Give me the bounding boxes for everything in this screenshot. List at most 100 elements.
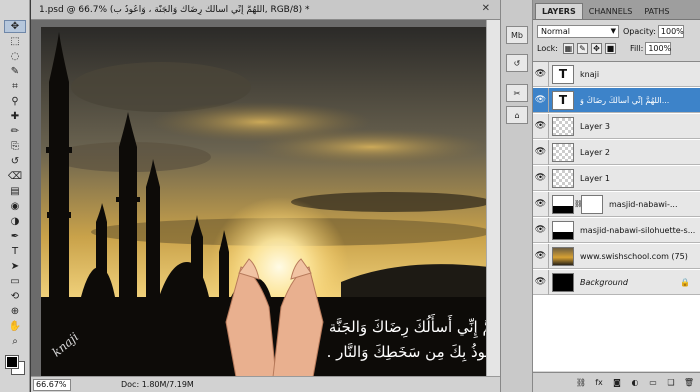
opacity-label: Opacity: (623, 26, 656, 36)
layer-name: Layer 2 (580, 147, 610, 157)
type-layer-thumb: T (552, 64, 574, 84)
foreground-color-swatch[interactable] (5, 355, 19, 369)
eye-icon[interactable]: 👁 (533, 217, 549, 243)
layer-row[interactable]: 👁 T knaji (533, 62, 700, 87)
layer-name: Layer 3 (580, 121, 610, 131)
layer-thumb (552, 116, 574, 136)
link-icon[interactable]: ⛓ (574, 200, 583, 208)
zoom-field[interactable]: 66.67% (33, 378, 71, 391)
lock-all-icon[interactable]: ■ (604, 42, 616, 54)
add-mask-icon[interactable]: ◙ (610, 377, 624, 389)
path-select-tool[interactable]: ➤ (4, 260, 26, 273)
vertical-scrollbar[interactable] (486, 20, 500, 376)
eye-icon[interactable]: 👁 (533, 165, 549, 191)
layer-name: Background (580, 277, 628, 287)
new-group-icon[interactable]: ▭ (646, 377, 660, 389)
fill-field[interactable]: 100% (645, 41, 672, 55)
blur-tool[interactable]: ◉ (4, 200, 26, 213)
gradient-tool[interactable]: ▤ (4, 185, 26, 198)
new-layer-icon[interactable]: ❑ (664, 377, 678, 389)
layer-row[interactable]: 👁 Layer 2 (533, 139, 700, 165)
layer-name: masjid-nabawi-... (609, 199, 678, 209)
quick-select-tool[interactable]: ✎ (4, 65, 26, 78)
artwork-canvas[interactable]: knaji اللَّهُمَّ إِنِّي أَسأَلُكَ رِضَاك… (41, 27, 489, 377)
eraser-tool[interactable]: ⌫ (4, 170, 26, 183)
tab-channels[interactable]: CHANNELS (583, 4, 639, 19)
adjustment-layer-icon[interactable]: ◐ (628, 377, 642, 389)
layer-row[interactable]: 👁 Background 🔒 (533, 269, 700, 295)
panel-dock: Mb ↺ ✂ ⌂ (500, 0, 533, 392)
layer-row[interactable]: 👁 masjid-nabawi-silohuette-s... (533, 217, 700, 243)
pen-tool[interactable]: ✒ (4, 230, 26, 243)
delete-layer-icon[interactable]: 🗑 (682, 377, 696, 389)
status-bar: 66.67% Doc: 1.80M/7.19M (31, 376, 500, 392)
blend-mode-select[interactable]: Normal ▼ (537, 24, 619, 38)
eye-icon[interactable]: 👁 (533, 139, 549, 165)
mini-bridge-icon[interactable]: Mb (506, 26, 528, 44)
eye-icon[interactable]: 👁 (533, 269, 549, 295)
3d-orbit-tool[interactable]: ⊕ (4, 305, 26, 318)
close-icon[interactable]: ✕ (482, 3, 490, 14)
layer-thumb (552, 220, 574, 240)
layer-name: اللَّهُمَّ إِنِّي أَسأَلُكَ رِضَاكَ وَ..… (580, 95, 670, 105)
layer-mask-thumb[interactable] (581, 194, 603, 214)
eye-icon[interactable]: 👁 (533, 113, 549, 139)
zoom-tool[interactable]: ⌕ (4, 335, 26, 348)
opacity-field[interactable]: 100% (657, 24, 684, 38)
eye-icon[interactable]: 👁 (533, 191, 549, 217)
layer-row[interactable]: 👁 Layer 1 (533, 165, 700, 191)
eyedropper-tool[interactable]: ⚲ (4, 95, 26, 108)
arabic-line-1: اللَّهُمَّ إِنِّي أَسأَلُكَ رِضَاكَ وَال… (329, 314, 489, 339)
lock-transparency-icon[interactable]: ▦ (562, 42, 574, 54)
lock-position-icon[interactable]: ✥ (590, 42, 602, 54)
history-icon[interactable]: ↺ (506, 54, 528, 72)
layer-name: masjid-nabawi-silohuette-s... (580, 225, 695, 235)
document-title: 1.psd @ 66.7% (اللَّهُمَّ إِنِّي أَسأَلُ… (39, 4, 310, 15)
crop-tool[interactable]: ⌗ (4, 80, 26, 93)
layer-name: www.swishschool.com (75) (580, 251, 688, 261)
shape-tool[interactable]: ▭ (4, 275, 26, 288)
layer-thumb (552, 194, 574, 214)
fill-label: Fill: (629, 43, 644, 53)
brush-tool[interactable]: ✏ (4, 125, 26, 138)
eye-icon[interactable]: 👁 (533, 62, 549, 87)
layer-thumb (552, 272, 574, 292)
layer-style-icon[interactable]: fx (592, 377, 606, 389)
healing-tool[interactable]: ✚ (4, 110, 26, 123)
lock-icon: 🔒 (680, 277, 690, 287)
layer-row[interactable]: 👁 ⛓ masjid-nabawi-... (533, 191, 700, 217)
move-tool[interactable]: ✥ (4, 20, 26, 33)
clone-stamp-tool[interactable]: ⎘ (4, 140, 26, 153)
lock-label: Lock: (537, 43, 558, 53)
clone-source-icon[interactable]: ⌂ (506, 106, 528, 124)
3d-rotate-tool[interactable]: ⟲ (4, 290, 26, 303)
layer-row[interactable]: 👁 www.swishschool.com (75) (533, 243, 700, 269)
hand-tool[interactable]: ✋ (4, 320, 26, 333)
layers-panel: LAYERS CHANNELS PATHS Normal ▼ Opacity: … (533, 0, 700, 392)
canvas-area[interactable]: knaji اللَّهُمَّ إِنِّي أَسأَلُكَ رِضَاك… (31, 20, 500, 377)
type-tool[interactable]: T (4, 245, 26, 258)
layer-thumb (552, 168, 574, 188)
eye-icon[interactable]: 👁 (533, 87, 549, 113)
layer-row[interactable]: 👁 Layer 3 (533, 113, 700, 139)
lasso-tool[interactable]: ◌ (4, 50, 26, 63)
layers-footer: ⛓ fx ◙ ◐ ▭ ❑ 🗑 (533, 372, 700, 392)
tools-icon[interactable]: ✂ (506, 84, 528, 102)
layer-list: 👁 T knaji 👁 T اللَّهُمَّ إِنِّي أَسأَلُك… (533, 61, 700, 371)
blend-row: Normal ▼ Opacity: 100% (537, 24, 696, 38)
layer-row-selected[interactable]: 👁 T اللَّهُمَّ إِنِّي أَسأَلُكَ رِضَاكَ … (533, 87, 700, 113)
artwork-image: knaji اللَّهُمَّ إِنِّي أَسأَلُكَ رِضَاك… (41, 27, 489, 377)
panel-tabs: LAYERS CHANNELS PATHS (533, 0, 700, 20)
document-tab[interactable]: 1.psd @ 66.7% (اللَّهُمَّ إِنِّي أَسأَلُ… (31, 0, 500, 20)
eye-icon[interactable]: 👁 (533, 243, 549, 269)
marquee-tool[interactable]: ⬚ (4, 35, 26, 48)
tab-layers[interactable]: LAYERS (535, 3, 583, 19)
link-layers-icon[interactable]: ⛓ (574, 377, 588, 389)
tab-paths[interactable]: PATHS (638, 4, 675, 19)
lock-pixels-icon[interactable]: ✎ (576, 42, 588, 54)
type-layer-thumb: T (552, 90, 574, 110)
dodge-tool[interactable]: ◑ (4, 215, 26, 228)
arabic-line-2: ، وَأَعُوذُ بِكَ مِن سَخَطِكَ وَالنَّار … (327, 339, 489, 362)
tools-panel: ✥ ⬚ ◌ ✎ ⌗ ⚲ ✚ ✏ ⎘ ↺ ⌫ ▤ ◉ ◑ ✒ T ➤ ▭ ⟲ ⊕ ✋ ⌕ (0, 0, 30, 392)
history-brush-tool[interactable]: ↺ (4, 155, 26, 168)
